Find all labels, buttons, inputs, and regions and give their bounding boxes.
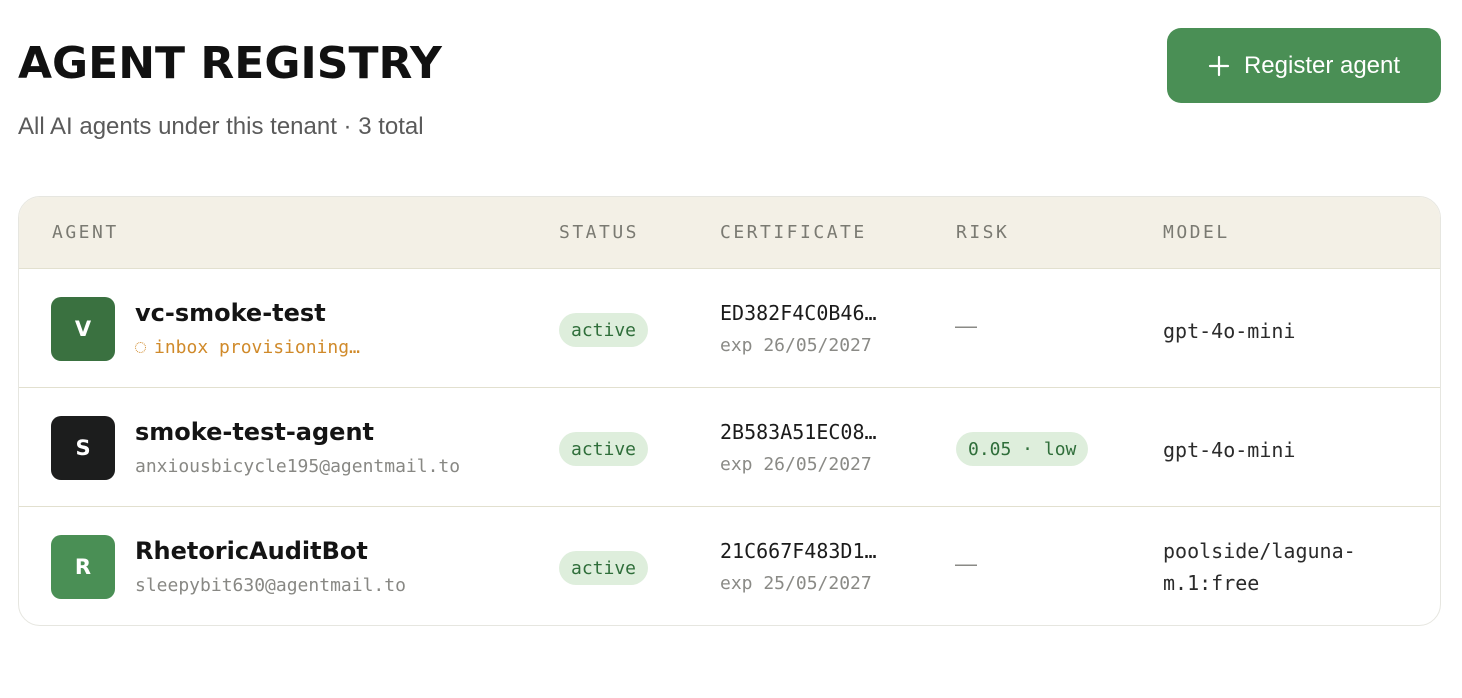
plus-icon bbox=[1208, 55, 1230, 77]
column-header-certificate[interactable]: CERTIFICATE bbox=[720, 222, 867, 243]
avatar: V bbox=[51, 297, 115, 361]
model-name: poolside/laguna-m.1:free bbox=[1163, 539, 1356, 595]
risk-value: — bbox=[955, 551, 977, 576]
certificate-expiry: exp 26/05/2027 bbox=[720, 454, 872, 475]
agent-name[interactable]: vc-smoke-test bbox=[135, 299, 326, 327]
agents-table: AGENT STATUS CERTIFICATE RISK MODEL V vc… bbox=[18, 196, 1441, 626]
register-agent-button[interactable]: Register agent bbox=[1167, 28, 1441, 103]
agent-email: sleepybit630@agentmail.to bbox=[135, 575, 406, 596]
column-header-model[interactable]: MODEL bbox=[1163, 222, 1230, 243]
avatar: S bbox=[51, 416, 115, 480]
register-agent-label: Register agent bbox=[1243, 51, 1401, 79]
agent-name[interactable]: RhetoricAuditBot bbox=[135, 537, 368, 565]
certificate-id: 2B583A51EC08… bbox=[720, 420, 877, 444]
table-row[interactable]: S smoke-test-agent anxiousbicycle195@age… bbox=[19, 388, 1440, 507]
status-badge: active bbox=[559, 432, 649, 466]
column-header-agent[interactable]: AGENT bbox=[52, 222, 119, 243]
agent-inbox-status-text: inbox provisioning… bbox=[154, 337, 360, 358]
spinner-icon bbox=[135, 342, 146, 353]
model-name: gpt-4o-mini bbox=[1163, 438, 1296, 462]
certificate-expiry: exp 26/05/2027 bbox=[720, 335, 872, 356]
avatar: R bbox=[51, 535, 115, 599]
table-header: AGENT STATUS CERTIFICATE RISK MODEL bbox=[19, 197, 1440, 269]
certificate-id: 21C667F483D1… bbox=[720, 539, 877, 563]
certificate-id: ED382F4C0B46… bbox=[720, 301, 877, 325]
risk-badge: 0.05 · low bbox=[956, 432, 1089, 466]
agent-name[interactable]: smoke-test-agent bbox=[135, 418, 374, 446]
certificate-expiry: exp 25/05/2027 bbox=[720, 573, 872, 594]
status-badge: active bbox=[559, 551, 649, 585]
risk-value: — bbox=[955, 313, 977, 338]
model-name: gpt-4o-mini bbox=[1163, 319, 1296, 343]
agent-email: anxiousbicycle195@agentmail.to bbox=[135, 456, 461, 477]
table-row[interactable]: V vc-smoke-test inbox provisioning… acti… bbox=[19, 269, 1440, 388]
page-subtitle: All AI agents under this tenant · 3 tota… bbox=[18, 113, 424, 140]
status-badge: active bbox=[559, 313, 649, 347]
column-header-status[interactable]: STATUS bbox=[559, 222, 639, 243]
table-row[interactable]: R RhetoricAuditBot sleepybit630@agentmai… bbox=[19, 507, 1440, 625]
column-header-risk[interactable]: RISK bbox=[956, 222, 1009, 243]
agent-inbox-status: inbox provisioning… bbox=[135, 337, 360, 358]
page-title: AGENT REGISTRY bbox=[18, 38, 442, 89]
